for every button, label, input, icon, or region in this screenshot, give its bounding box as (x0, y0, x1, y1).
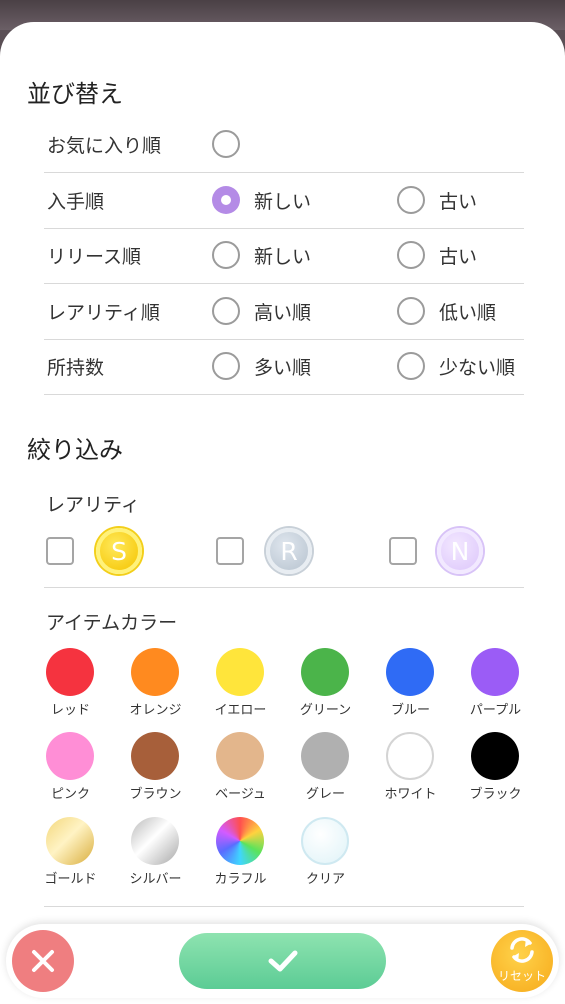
radio-label: 高い順 (254, 301, 312, 324)
color-circle[interactable] (301, 732, 349, 780)
radio-label: 少ない順 (439, 356, 516, 379)
rarity-letter: R (280, 536, 298, 566)
color-label: クリア (305, 872, 345, 887)
radio-owned-many[interactable]: 多い順 (212, 350, 311, 382)
item-color-title: アイテムカラー (46, 612, 178, 634)
color-swatch[interactable]: パープル (453, 648, 538, 728)
sort-row-label: リリース順 (47, 246, 142, 268)
radio-circle[interactable] (397, 297, 425, 325)
color-circle[interactable] (471, 648, 519, 696)
radio-label: 新しい (254, 245, 312, 268)
color-swatch[interactable]: カラフル (198, 817, 283, 897)
radio-circle[interactable] (397, 352, 425, 380)
confirm-button[interactable] (179, 933, 386, 989)
radio-rarity-low[interactable]: 低い順 (397, 295, 496, 327)
sort-row-label: 所持数 (47, 357, 105, 379)
radio-release-new[interactable]: 新しい (212, 239, 311, 271)
sort-row-label: 入手順 (47, 191, 105, 213)
reset-label: リセット (497, 969, 546, 983)
color-circle[interactable] (46, 817, 94, 865)
color-label: パープル (469, 703, 522, 718)
radio-label: 多い順 (254, 356, 312, 379)
color-swatch[interactable]: グリーン (283, 648, 368, 728)
radio-owned-few[interactable]: 少ない順 (397, 350, 515, 382)
color-swatch[interactable]: クリア (283, 817, 368, 897)
color-swatch[interactable]: オレンジ (113, 648, 198, 728)
radio-label: 古い (439, 245, 478, 268)
rarity-n-badge: N (437, 528, 483, 574)
radio-circle[interactable] (212, 352, 240, 380)
divider (44, 587, 524, 588)
rarity-letter: S (111, 536, 127, 566)
sort-row-rarity: レアリティ順 高い順 低い順 (44, 284, 524, 340)
color-swatch[interactable]: ブラック (453, 732, 538, 812)
color-swatch[interactable]: ベージュ (198, 732, 283, 812)
radio-circle[interactable] (397, 241, 425, 269)
color-swatch[interactable]: グレー (283, 732, 368, 812)
color-circle[interactable] (216, 648, 264, 696)
close-icon (32, 950, 54, 972)
color-circle[interactable] (471, 732, 519, 780)
reset-button[interactable]: リセット (491, 930, 553, 992)
radio-label: 古い (439, 190, 478, 213)
sort-row-owned: 所持数 多い順 少ない順 (44, 339, 524, 395)
rarity-r-checkbox[interactable] (216, 537, 244, 565)
color-swatch[interactable]: シルバー (113, 817, 198, 897)
color-swatch[interactable]: ピンク (28, 732, 113, 812)
filter-section-title: 絞り込み (27, 436, 123, 464)
color-swatch[interactable]: ホワイト (368, 732, 453, 812)
color-circle[interactable] (131, 648, 179, 696)
radio-label: 新しい (254, 190, 312, 213)
sort-row-acquired: 入手順 新しい 古い (44, 173, 524, 229)
sort-row-favorite: お気に入り順 (44, 117, 524, 173)
rarity-title: レアリティ (46, 494, 140, 516)
radio-release-old[interactable]: 古い (397, 239, 477, 271)
color-circle[interactable] (386, 648, 434, 696)
color-swatch[interactable]: ブルー (368, 648, 453, 728)
color-circle[interactable] (301, 648, 349, 696)
color-circle[interactable] (216, 732, 264, 780)
color-swatch[interactable]: ゴールド (28, 817, 113, 897)
radio-circle[interactable] (212, 130, 240, 158)
color-circle[interactable] (46, 732, 94, 780)
divider (44, 906, 524, 907)
check-icon (268, 950, 297, 972)
refresh-icon (510, 937, 534, 963)
sort-row-release: リリース順 新しい 古い (44, 228, 524, 284)
color-circle[interactable] (301, 817, 349, 865)
color-swatch[interactable]: ブラウン (113, 732, 198, 812)
color-label: ブラック (469, 787, 522, 802)
rarity-n-checkbox[interactable] (389, 537, 417, 565)
rarity-s-badge: S (96, 528, 142, 574)
sort-row-label: お気に入り順 (47, 135, 162, 157)
cancel-button[interactable] (12, 930, 74, 992)
radio-circle[interactable] (397, 186, 425, 214)
radio-rarity-high[interactable]: 高い順 (212, 295, 311, 327)
radio-circle[interactable] (212, 297, 240, 325)
color-circle[interactable] (131, 817, 179, 865)
radio-circle[interactable] (212, 186, 240, 214)
radio-acquired-new[interactable]: 新しい (212, 184, 311, 216)
rarity-r-badge: R (266, 528, 312, 574)
color-circle[interactable] (386, 732, 434, 780)
filter-sheet: 並び替え お気に入り順 入手順 新しい 古い リリース順 新しい 古い レアリテ… (0, 22, 565, 1004)
sort-row-label: レアリティ順 (47, 302, 160, 324)
rarity-s-checkbox[interactable] (46, 537, 74, 565)
color-swatch[interactable]: イエロー (198, 648, 283, 728)
radio-label: 低い順 (439, 301, 497, 324)
radio-favorite[interactable] (212, 128, 240, 160)
radio-circle[interactable] (212, 241, 240, 269)
color-circle[interactable] (131, 732, 179, 780)
radio-acquired-old[interactable]: 古い (397, 184, 477, 216)
color-circle[interactable] (216, 817, 264, 865)
sort-section-title: 並び替え (27, 80, 123, 108)
color-circle[interactable] (46, 648, 94, 696)
rarity-letter: N (450, 536, 470, 566)
color-swatch[interactable]: レッド (28, 648, 113, 728)
